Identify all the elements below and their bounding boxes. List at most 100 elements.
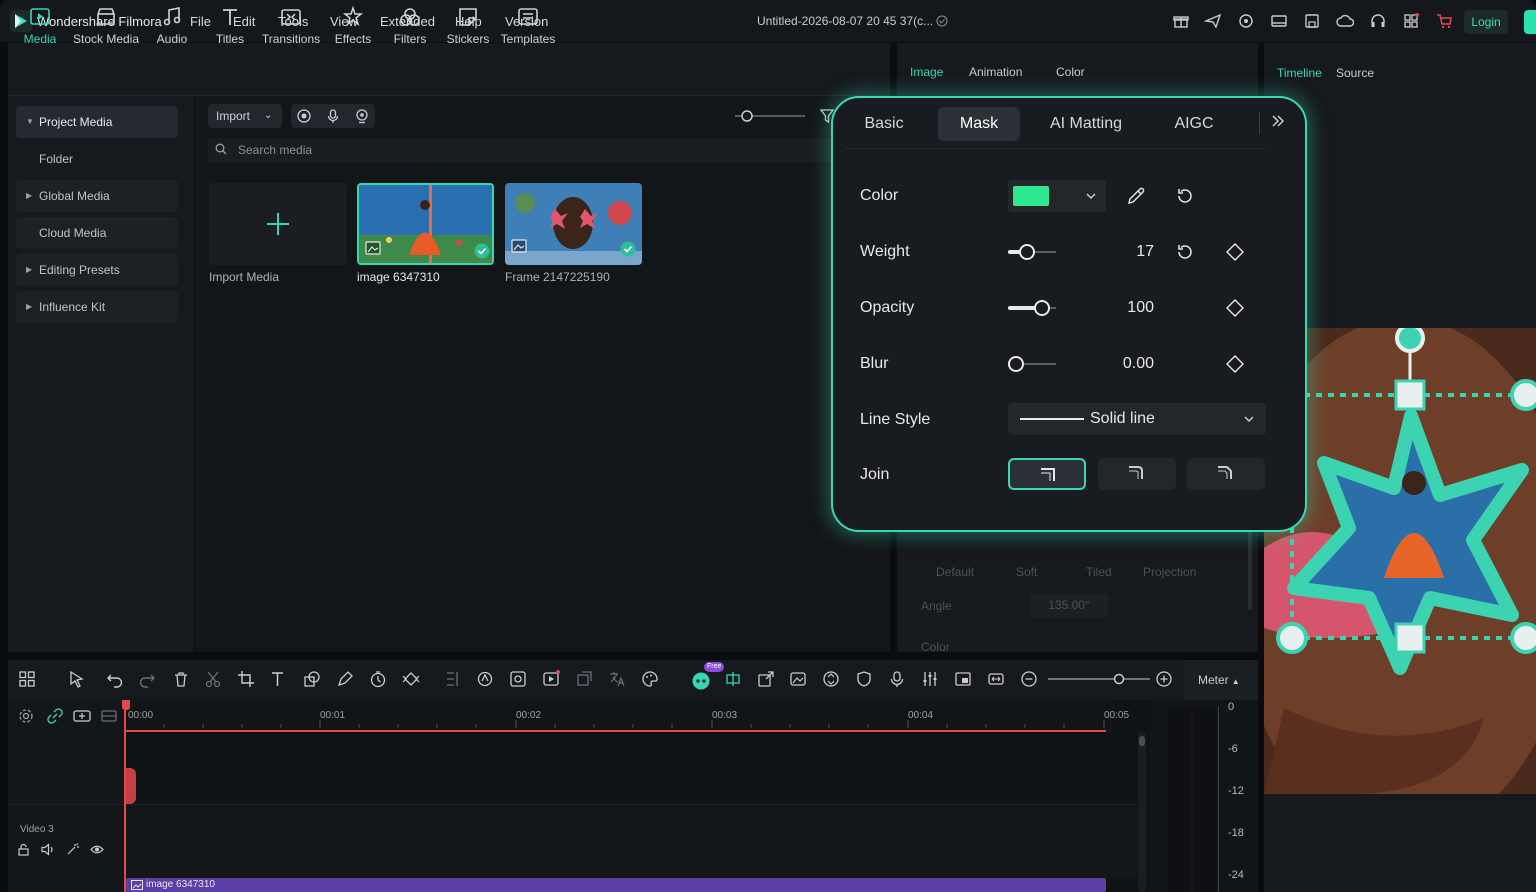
- split-icon[interactable]: [444, 670, 462, 688]
- slider-knob[interactable]: [1008, 356, 1024, 372]
- tool-audio[interactable]: Audio: [152, 6, 192, 50]
- shape-mask-icon[interactable]: [303, 670, 321, 688]
- zoom-out-icon[interactable]: [1020, 670, 1038, 688]
- popup-tab-mask[interactable]: Mask: [938, 107, 1020, 141]
- blur-slider[interactable]: [1008, 355, 1056, 373]
- keyframe-icon[interactable]: [402, 670, 420, 688]
- sidebar-item-influence-kit[interactable]: ▶ Influence Kit: [16, 291, 178, 323]
- undo-icon[interactable]: [106, 670, 124, 688]
- translate-icon[interactable]: [608, 670, 626, 688]
- color-swatch[interactable]: [1013, 186, 1049, 206]
- playhead-scrub-grip[interactable]: [124, 768, 136, 804]
- chevron-down-icon[interactable]: [1084, 189, 1098, 203]
- redo-icon[interactable]: [138, 670, 156, 688]
- line-style-dropdown[interactable]: Solid line: [1008, 403, 1266, 435]
- tab-source[interactable]: Source: [1336, 66, 1374, 80]
- sidebar-item-folder[interactable]: Folder: [16, 143, 178, 175]
- timeline-ruler[interactable]: [124, 700, 1114, 732]
- sidebar-item-project-media[interactable]: ▼ Project Media: [16, 106, 178, 138]
- cloud-upload-icon[interactable]: [1336, 12, 1354, 30]
- window-control-edge[interactable]: [1524, 10, 1536, 34]
- delete-icon[interactable]: [172, 670, 190, 688]
- tool-titles[interactable]: Titles: [210, 6, 250, 50]
- expand-chevrons-icon[interactable]: [1270, 113, 1286, 129]
- import-media-tile[interactable]: [209, 183, 346, 265]
- scrollbar-thumb[interactable]: [1139, 736, 1145, 746]
- layout-icon[interactable]: [1270, 12, 1288, 30]
- popup-tab-ai-matting[interactable]: AI Matting: [1036, 107, 1136, 141]
- ai-audio-icon[interactable]: [476, 670, 494, 688]
- sidebar-item-global-media[interactable]: ▶ Global Media: [16, 180, 178, 212]
- media-thumb-frame-2147225190[interactable]: [505, 183, 642, 265]
- weight-value[interactable]: 17: [1100, 243, 1154, 261]
- crop-icon[interactable]: [237, 670, 255, 688]
- opacity-value[interactable]: 100: [1100, 299, 1154, 317]
- thumbnail-size-slider[interactable]: [733, 108, 807, 124]
- send-icon[interactable]: [1204, 12, 1222, 30]
- add-track-icon[interactable]: [73, 708, 91, 724]
- join-bevel-button[interactable]: [1187, 458, 1265, 490]
- fit-width-icon[interactable]: [987, 670, 1005, 688]
- speed-timer-icon[interactable]: [369, 670, 387, 688]
- color-palette-icon[interactable]: [641, 670, 659, 688]
- microphone-icon[interactable]: [325, 108, 341, 124]
- save-icon[interactable]: [1303, 12, 1321, 30]
- tab-image[interactable]: Image: [910, 65, 943, 79]
- eye-icon[interactable]: [90, 843, 104, 856]
- cart-icon[interactable]: [1435, 12, 1453, 30]
- playhead-handle[interactable]: [122, 700, 130, 710]
- video-track-3[interactable]: [8, 805, 1138, 878]
- opacity-slider[interactable]: [1008, 299, 1056, 317]
- shield-icon[interactable]: [855, 670, 873, 688]
- select-pointer-icon[interactable]: [68, 670, 86, 688]
- search-input[interactable]: Search media: [208, 138, 848, 162]
- sync-icon[interactable]: [1237, 12, 1255, 30]
- tool-stock-media[interactable]: Stock Media: [70, 6, 142, 50]
- reset-icon[interactable]: [1175, 186, 1195, 206]
- headset-icon[interactable]: [1369, 12, 1387, 30]
- ai-copilot-icon[interactable]: [690, 669, 712, 691]
- mixer-icon[interactable]: [921, 670, 939, 688]
- keyframe-diamond-icon[interactable]: [1225, 242, 1245, 262]
- tool-transitions[interactable]: Transitions: [260, 6, 322, 50]
- zoom-in-icon[interactable]: [1155, 670, 1173, 688]
- magic-wand-icon[interactable]: [66, 843, 79, 856]
- tool-effects[interactable]: Effects: [332, 6, 374, 50]
- eyedropper-icon[interactable]: [1126, 186, 1146, 206]
- track-settings-icon[interactable]: [18, 708, 34, 724]
- tab-animation[interactable]: Animation: [969, 65, 1022, 79]
- ai-image-icon[interactable]: [509, 670, 527, 688]
- timeline-zoom-slider[interactable]: [1046, 671, 1152, 687]
- timeline-scrollbar[interactable]: [1138, 732, 1146, 892]
- tool-templates[interactable]: Templates: [499, 6, 557, 50]
- tool-media[interactable]: Media: [18, 6, 62, 50]
- ai-video-icon[interactable]: [542, 670, 560, 688]
- pen-icon[interactable]: [336, 670, 354, 688]
- timeline-clip[interactable]: image 6347310: [126, 878, 1106, 892]
- voiceover-mic-icon[interactable]: [888, 670, 906, 688]
- login-button[interactable]: Login: [1464, 10, 1508, 34]
- join-round-button[interactable]: [1098, 458, 1176, 490]
- popup-tab-basic[interactable]: Basic: [850, 107, 918, 141]
- snap-icon[interactable]: [724, 670, 742, 688]
- track-list-icon[interactable]: [101, 708, 117, 724]
- slider-knob[interactable]: [1034, 300, 1050, 316]
- export-clip-icon[interactable]: [757, 670, 775, 688]
- reset-icon[interactable]: [1175, 242, 1195, 262]
- lock-track-icon[interactable]: [17, 843, 30, 856]
- import-dropdown[interactable]: Import ⌄: [208, 104, 282, 128]
- layout-grid-icon[interactable]: [18, 670, 36, 688]
- angle-input[interactable]: 135.00°: [1030, 593, 1108, 617]
- menu-file[interactable]: File: [190, 14, 211, 29]
- slider-knob[interactable]: [1019, 244, 1035, 260]
- keyframe-diamond-icon[interactable]: [1225, 354, 1245, 374]
- gift-icon[interactable]: [1172, 12, 1190, 30]
- text-tool-icon[interactable]: [270, 670, 288, 688]
- webcam-icon[interactable]: [354, 108, 370, 124]
- keyframe-diamond-icon[interactable]: [1225, 298, 1245, 318]
- apps-grid-icon[interactable]: [1402, 12, 1420, 30]
- blur-value[interactable]: 0.00: [1100, 355, 1154, 373]
- tool-filters[interactable]: Filters: [390, 6, 430, 50]
- cut-icon[interactable]: [204, 670, 222, 688]
- weight-slider[interactable]: [1008, 243, 1056, 261]
